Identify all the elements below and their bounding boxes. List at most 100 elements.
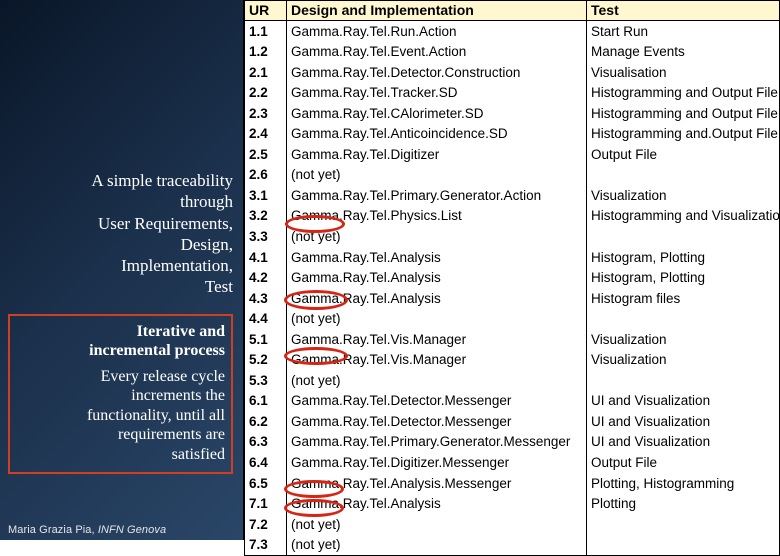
table-row: 6.3Gamma.Ray.Tel.Primary.Generator.Messe…	[245, 432, 780, 453]
table-row: 6.4Gamma.Ray.Tel.Digitizer.MessengerOutp…	[245, 452, 780, 473]
table-row: 7.1Gamma.Ray.Tel.AnalysisPlotting	[245, 494, 780, 515]
table-row: 2.5Gamma.Ray.Tel.DigitizerOutput File	[245, 144, 780, 165]
cell-design: Gamma.Ray.Tel.Vis.Manager	[287, 329, 587, 350]
cell-design: (not yet)	[287, 226, 587, 247]
cell-test: UI and Visualization	[587, 411, 780, 432]
table-row: 3.1Gamma.Ray.Tel.Primary.Generator.Actio…	[245, 185, 780, 206]
box-title-line: incremental process	[89, 342, 225, 359]
table-row: 7.2(not yet)	[245, 514, 780, 535]
cell-design: Gamma.Ray.Tel.Analysis	[287, 268, 587, 289]
table-header-row: UR Design and Implementation Test	[245, 1, 780, 21]
table-row: 2.3Gamma.Ray.Tel.CAlorimeter.SDHistogram…	[245, 103, 780, 124]
cell-test: Histogram files	[587, 288, 780, 309]
table-row: 2.6(not yet)	[245, 165, 780, 186]
trace-line: User Requirements,	[8, 213, 233, 234]
cell-ur: 7.1	[245, 494, 287, 515]
cell-ur: 2.1	[245, 62, 287, 83]
cell-test: Histogram, Plotting	[587, 247, 780, 268]
cell-ur: 2.3	[245, 103, 287, 124]
cell-ur: 2.5	[245, 144, 287, 165]
trace-line: through	[8, 191, 233, 212]
cell-test: Visualization	[587, 329, 780, 350]
footer-author: Maria Grazia Pia,	[8, 524, 98, 536]
trace-line: Design,	[8, 234, 233, 255]
cell-test: UI and Visualization	[587, 432, 780, 453]
cell-test	[587, 535, 780, 556]
cell-design: Gamma.Ray.Tel.Analysis	[287, 247, 587, 268]
cell-design: Gamma.Ray.Tel.Physics.List	[287, 206, 587, 227]
cell-design: Gamma.Ray.Tel.Tracker.SD	[287, 83, 587, 104]
cell-design: Gamma.Ray.Tel.Analysis	[287, 288, 587, 309]
box-body-line: increments the	[16, 386, 225, 406]
table-row: 5.1Gamma.Ray.Tel.Vis.ManagerVisualizatio…	[245, 329, 780, 350]
box-body-line: requirements are	[16, 425, 225, 445]
cell-design: Gamma.Ray.Tel.Detector.Messenger	[287, 391, 587, 412]
table-row: 4.2Gamma.Ray.Tel.AnalysisHistogram, Plot…	[245, 268, 780, 289]
cell-ur: 6.2	[245, 411, 287, 432]
table-row: 2.2Gamma.Ray.Tel.Tracker.SDHistogramming…	[245, 83, 780, 104]
cell-ur: 3.3	[245, 226, 287, 247]
cell-ur: 1.2	[245, 42, 287, 63]
cell-ur: 6.3	[245, 432, 287, 453]
cell-test: Plotting, Histogramming	[587, 473, 780, 494]
cell-test: Visualization	[587, 350, 780, 371]
cell-design: (not yet)	[287, 535, 587, 556]
header-test: Test	[587, 1, 780, 21]
cell-ur: 4.4	[245, 309, 287, 330]
table-row: 6.2Gamma.Ray.Tel.Detector.MessengerUI an…	[245, 411, 780, 432]
cell-ur: 5.2	[245, 350, 287, 371]
cell-test: Histogramming and Output File	[587, 103, 780, 124]
traceability-text: A simple traceability through User Requi…	[8, 170, 233, 298]
box-body-line: functionality, until all	[16, 406, 225, 426]
footer-affiliation: INFN Genova	[98, 524, 166, 536]
cell-ur: 5.1	[245, 329, 287, 350]
cell-ur: 2.2	[245, 83, 287, 104]
box-title-line: Iterative and	[137, 323, 225, 340]
cell-design: Gamma.Ray.Tel.Vis.Manager	[287, 350, 587, 371]
cell-ur: 6.5	[245, 473, 287, 494]
cell-test: UI and Visualization	[587, 391, 780, 412]
cell-test	[587, 165, 780, 186]
cell-design: Gamma.Ray.Tel.Primary.Generator.Messenge…	[287, 432, 587, 453]
cell-test	[587, 370, 780, 391]
cell-ur: 3.2	[245, 206, 287, 227]
cell-test: Visualisation	[587, 62, 780, 83]
cell-ur: 4.2	[245, 268, 287, 289]
table-row: 2.1Gamma.Ray.Tel.Detector.ConstructionVi…	[245, 62, 780, 83]
cell-design: (not yet)	[287, 514, 587, 535]
cell-ur: 3.1	[245, 185, 287, 206]
cell-ur: 2.4	[245, 124, 287, 145]
table-body: 1.1Gamma.Ray.Tel.Run.ActionStart Run1.2G…	[245, 21, 780, 556]
slide-sidebar: A simple traceability through User Requi…	[0, 0, 243, 540]
trace-line: Implementation,	[8, 255, 233, 276]
table-row: 4.1Gamma.Ray.Tel.AnalysisHistogram, Plot…	[245, 247, 780, 268]
cell-ur: 4.1	[245, 247, 287, 268]
traceability-table: UR Design and Implementation Test 1.1Gam…	[244, 0, 780, 556]
cell-test: Start Run	[587, 21, 780, 42]
table-row: 2.4Gamma.Ray.Tel.Anticoincidence.SDHisto…	[245, 124, 780, 145]
header-design: Design and Implementation	[287, 1, 587, 21]
cell-design: Gamma.Ray.Tel.Digitizer	[287, 144, 587, 165]
table-row: 5.3(not yet)	[245, 370, 780, 391]
cell-test	[587, 226, 780, 247]
trace-line: A simple traceability	[8, 170, 233, 191]
cell-test: Visualization	[587, 185, 780, 206]
cell-test	[587, 514, 780, 535]
cell-test: Histogramming and Visualization	[587, 206, 780, 227]
table-row: 6.1Gamma.Ray.Tel.Detector.MessengerUI an…	[245, 391, 780, 412]
cell-ur: 7.3	[245, 535, 287, 556]
cell-design: Gamma.Ray.Tel.Primary.Generator.Action	[287, 185, 587, 206]
cell-ur: 1.1	[245, 21, 287, 42]
cell-design: Gamma.Ray.Tel.Anticoincidence.SD	[287, 124, 587, 145]
cell-test: Histogramming and Output File	[587, 83, 780, 104]
cell-ur: 7.2	[245, 514, 287, 535]
cell-design: Gamma.Ray.Tel.Detector.Messenger	[287, 411, 587, 432]
cell-design: Gamma.Ray.Tel.Analysis.Messenger	[287, 473, 587, 494]
cell-test: Histogram, Plotting	[587, 268, 780, 289]
table-row: 1.1Gamma.Ray.Tel.Run.ActionStart Run	[245, 21, 780, 42]
cell-test: Manage Events	[587, 42, 780, 63]
cell-test: Histogramming and.Output File	[587, 124, 780, 145]
cell-test	[587, 309, 780, 330]
cell-design: Gamma.Ray.Tel.Analysis	[287, 494, 587, 515]
table-row: 7.3(not yet)	[245, 535, 780, 556]
